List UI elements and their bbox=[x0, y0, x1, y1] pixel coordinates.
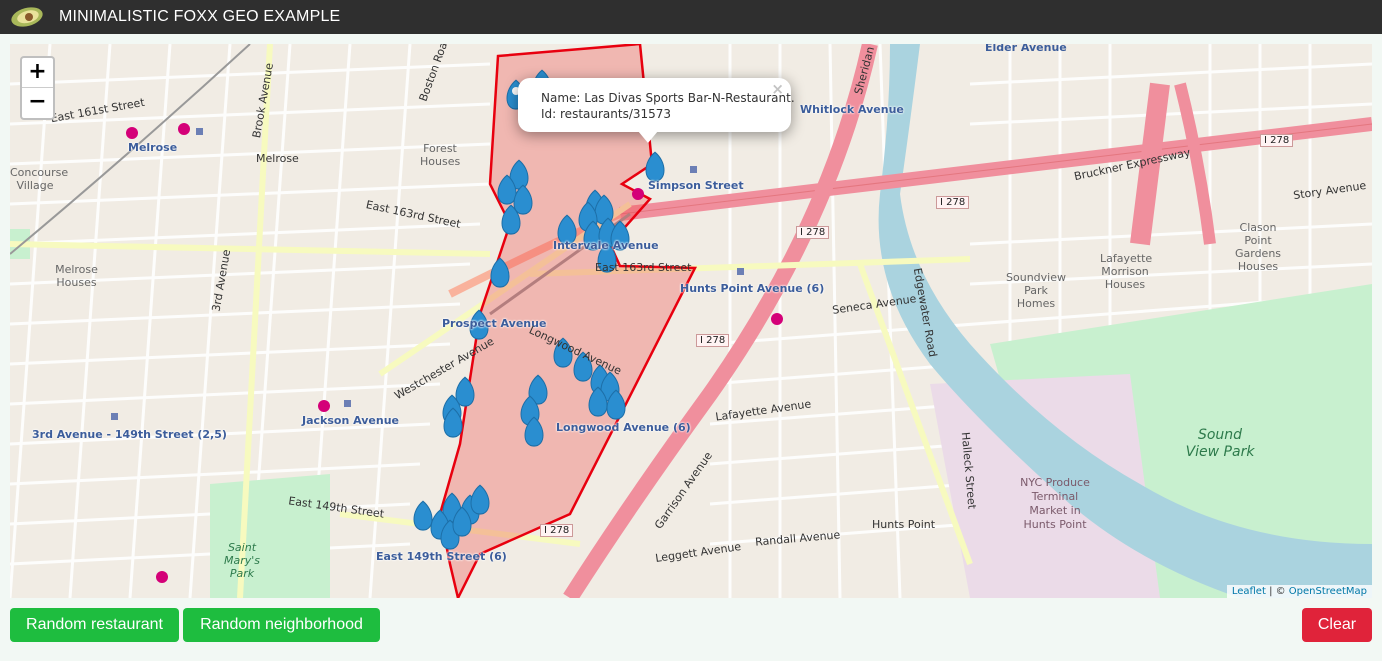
popup-tip bbox=[638, 131, 658, 143]
map-label: Elder Avenue bbox=[985, 44, 1067, 54]
highway-shield: I 278 bbox=[796, 226, 830, 239]
app-title: MINIMALISTIC FOXX GEO EXAMPLE bbox=[59, 8, 341, 25]
station-label: Jackson Avenue bbox=[302, 414, 399, 427]
area-label: Hunts Point bbox=[872, 518, 936, 531]
avocado-logo-icon bbox=[11, 7, 43, 27]
highway-shield: I 278 bbox=[1260, 134, 1294, 147]
map-attribution: Leaflet | © OpenStreetMap bbox=[1226, 585, 1372, 598]
station-label: Whitlock Avenue bbox=[800, 103, 904, 116]
app-header: MINIMALISTIC FOXX GEO EXAMPLE bbox=[0, 0, 1382, 34]
attribution-separator: | © bbox=[1265, 586, 1289, 597]
station-label: Melrose bbox=[128, 141, 178, 154]
zoom-in-button[interactable]: + bbox=[22, 58, 53, 88]
zoom-out-button[interactable]: − bbox=[22, 88, 53, 118]
map-view[interactable]: Elder Avenue Whitlock Avenue Melrose Mel… bbox=[10, 44, 1372, 598]
area-label: Clason Point Gardens Houses bbox=[1234, 221, 1282, 273]
station-label: Longwood Avenue (6) bbox=[556, 421, 691, 434]
popup-name: Name: Las Divas Sports Bar-N-Restaurant. bbox=[541, 91, 795, 105]
leaflet-link[interactable]: Leaflet bbox=[1232, 586, 1266, 597]
highway-shield: I 278 bbox=[540, 524, 574, 537]
area-label: Concourse Village bbox=[10, 166, 69, 192]
random-restaurant-button[interactable]: Random restaurant bbox=[10, 608, 179, 642]
park-label: Saint Mary's Park bbox=[223, 541, 261, 580]
station-label: 3rd Avenue - 149th Street (2,5) bbox=[32, 428, 227, 441]
popup-id: Id: restaurants/31573 bbox=[541, 107, 672, 121]
clear-button[interactable]: Clear bbox=[1302, 608, 1372, 642]
area-label: Soundview Park Homes bbox=[1006, 271, 1066, 310]
station-label: Simpson Street bbox=[648, 179, 744, 192]
highway-shield: I 278 bbox=[936, 196, 970, 209]
market-label: NYC Produce Terminal Market in Hunts Poi… bbox=[1020, 476, 1090, 531]
station-label: East 149th Street (6) bbox=[376, 550, 507, 563]
zoom-control: + − bbox=[20, 56, 55, 120]
area-label: Lafayette Morrison Houses bbox=[1100, 252, 1153, 291]
station-label: Hunts Point Avenue (6) bbox=[680, 282, 825, 295]
marker-popup: × Name: Las Divas Sports Bar-N-Restauran… bbox=[518, 78, 795, 132]
random-neighborhood-button[interactable]: Random neighborhood bbox=[183, 608, 380, 642]
street-label: East 163rd Street bbox=[595, 261, 692, 274]
map-label: Melrose bbox=[256, 152, 299, 165]
area-label: Melrose Houses bbox=[55, 263, 98, 289]
osm-link[interactable]: OpenStreetMap bbox=[1289, 586, 1367, 597]
highway-shield: I 278 bbox=[696, 334, 730, 347]
park-label: Sound View Park bbox=[1185, 427, 1255, 460]
station-label: Intervale Avenue bbox=[553, 239, 659, 252]
area-label: Forest Houses bbox=[420, 142, 461, 168]
